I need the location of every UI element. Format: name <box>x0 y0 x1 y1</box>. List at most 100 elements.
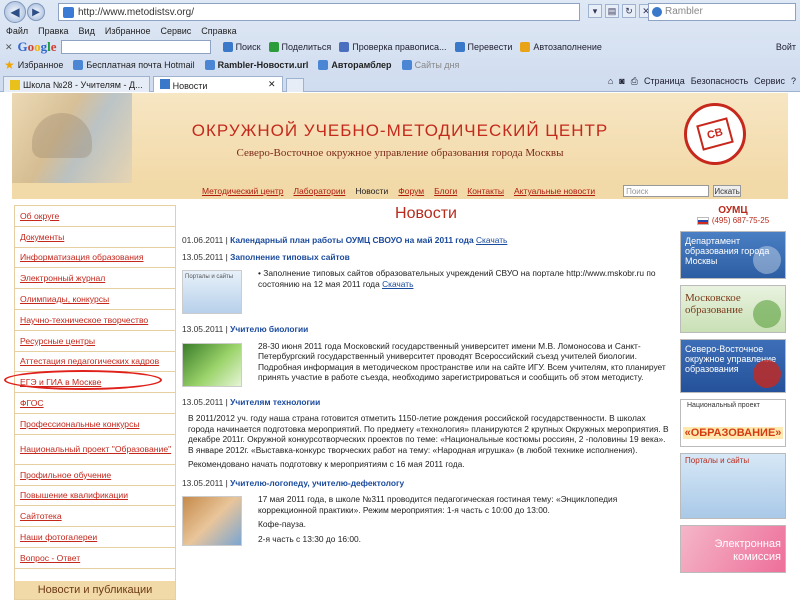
banner-moscow-education[interactable]: Московское образование <box>680 285 786 333</box>
favorite-item[interactable]: Авторамблер <box>318 60 392 70</box>
sidebar-item-faq[interactable]: Вопрос - Ответ <box>15 548 175 569</box>
translate-icon <box>454 42 465 52</box>
ie-page-icon <box>204 60 215 70</box>
nav-contacts[interactable]: Контакты <box>467 186 504 196</box>
sidebar-item-site-library[interactable]: Сайтотека <box>15 506 175 528</box>
tab-news[interactable]: Новости ✕ <box>152 76 283 92</box>
left-sidebar: Об округе Документы Информатизация образ… <box>14 205 176 600</box>
sidebar-item-national-project[interactable]: Национальный проект "Образование" <box>15 435 175 465</box>
oumc-title: ОУМЦ <box>718 205 748 216</box>
compat-icon[interactable]: ▤ <box>605 4 619 18</box>
address-row: ◀ ▶ http://www.metodistsv.org/ ▾ ▤ ↻ ✕ R… <box>0 0 800 24</box>
menu-help[interactable]: Справка <box>201 26 236 36</box>
menu-tools[interactable]: Сервис <box>160 26 191 36</box>
page-menu[interactable]: Страница <box>644 76 685 87</box>
news-thumbnail[interactable] <box>182 496 242 546</box>
news-headline[interactable]: Календарный план работы ОУМЦ СВОУО на ма… <box>230 235 474 245</box>
web-page: ОКРУЖНОЙ УЧЕБНО-МЕТОДИЧЕСКИЙ ЦЕНТР Север… <box>4 93 788 600</box>
home-icon[interactable]: ⌂ <box>608 76 613 87</box>
news-headline[interactable]: Учителю биологии <box>230 324 308 334</box>
google-share-button[interactable]: Поделиться <box>268 42 331 52</box>
news-date: 13.05.2011 <box>182 324 224 334</box>
banner-national-project[interactable]: Национальный проект «ОБРАЗОВАНИЕ» <box>680 399 786 447</box>
sidebar-item-olympiads[interactable]: Олимпиады, конкурсы <box>15 289 175 310</box>
news-thumbnail[interactable]: Порталы и сайты <box>182 270 242 314</box>
site-logo[interactable]: СВ <box>684 103 746 165</box>
close-toolbar-icon[interactable]: ✕ <box>5 42 13 53</box>
sidebar-item-informatization[interactable]: Информатизация образования <box>15 248 175 269</box>
banner-portals-sites[interactable]: Порталы и сайты <box>680 453 786 519</box>
sidebar-item-resource-centers[interactable]: Ресурсные центры <box>15 331 175 352</box>
sidebar-item-scientific-creativity[interactable]: Научно-техническое творчество <box>15 310 175 331</box>
address-url: http://www.metodistsv.org/ <box>78 6 194 18</box>
news-text: 28-30 июня 2011 года Московский государс… <box>258 340 666 383</box>
download-link[interactable]: Скачать <box>476 235 507 245</box>
favorite-item[interactable]: Сайты дня <box>401 60 459 70</box>
news-headline[interactable]: Учителю-логопеду, учителю-дефектологу <box>230 478 404 488</box>
google-translate-button[interactable]: Перевести <box>454 42 512 52</box>
menu-view[interactable]: Вид <box>79 26 95 36</box>
safety-menu[interactable]: Безопасность <box>691 76 748 87</box>
google-search-input[interactable] <box>60 40 211 54</box>
banner-department-education[interactable]: Департамент образования города Москвы <box>680 231 786 279</box>
sidebar-item-qualification[interactable]: Повышение квалификации <box>15 486 175 507</box>
google-signin-button[interactable]: Войт <box>776 42 796 52</box>
news-headline[interactable]: Заполнение типовых сайтов <box>230 252 350 262</box>
download-link[interactable]: Скачать <box>382 279 413 289</box>
sidebar-item-professional-contests[interactable]: Профессиональные конкурсы <box>15 414 175 435</box>
news-item: 13.05.2011 | Заполнение типовых сайтов П… <box>182 252 670 317</box>
menu-file[interactable]: Файл <box>6 26 28 36</box>
menu-favorites[interactable]: Избранное <box>105 26 151 36</box>
star-icon[interactable]: ★ <box>4 58 15 72</box>
news-item: 13.05.2011 | Учителям технологии В 2011/… <box>182 396 669 470</box>
address-bar[interactable]: http://www.metodistsv.org/ <box>58 3 580 21</box>
news-thumbnail[interactable] <box>182 342 242 387</box>
sidebar-item-about-district[interactable]: Об округе <box>15 206 175 227</box>
menu-edit[interactable]: Правка <box>38 26 68 36</box>
refresh-icon[interactable]: ↻ <box>622 4 636 18</box>
browser-chrome: ◀ ▶ http://www.metodistsv.org/ ▾ ▤ ↻ ✕ R… <box>0 0 800 92</box>
nav-current-news[interactable]: Актуальные новости <box>514 186 595 196</box>
google-spellcheck-button[interactable]: Проверка правописа... <box>339 42 447 52</box>
google-search-button[interactable]: Поиск <box>222 42 261 52</box>
tools-menu[interactable]: Сервис <box>754 76 785 87</box>
print-icon[interactable]: ⎙ <box>631 76 638 87</box>
sidebar-item-profile-education[interactable]: Профильное обучение <box>15 465 175 486</box>
banner-north-east-department[interactable]: Северо-Восточное окружное управление обр… <box>680 339 786 393</box>
nav-blogs[interactable]: Блоги <box>434 186 457 196</box>
news-headline[interactable]: Учителям технологии <box>230 397 320 407</box>
address-controls: ▾ ▤ ↻ ✕ <box>588 4 653 18</box>
site-icon <box>159 78 170 89</box>
browser-search-input[interactable]: Rambler <box>648 3 796 21</box>
sidebar-item-electronic-journal[interactable]: Электронный журнал <box>15 268 175 290</box>
sidebar-item-photo-galleries[interactable]: Наши фотогалереи <box>15 527 175 548</box>
nav-methodical-center[interactable]: Методический центр <box>202 186 283 196</box>
favorites-label[interactable]: Избранное <box>18 60 64 70</box>
news-date: 13.05.2011 <box>182 396 224 407</box>
news-text: Рекомендовано начать подготовку к меропр… <box>188 459 465 469</box>
close-tab-icon[interactable]: ✕ <box>268 79 276 90</box>
news-date: 13.05.2011 <box>182 477 224 488</box>
favorite-item[interactable]: Бесплатная почта Hotmail <box>73 60 195 70</box>
thumbnail-label: Порталы и сайты <box>185 274 234 280</box>
nav-forum[interactable]: Форум <box>398 186 424 196</box>
site-icon <box>63 6 74 18</box>
site-search-input[interactable]: Поиск <box>623 185 710 197</box>
sidebar-item-documents[interactable]: Документы <box>15 227 175 248</box>
news-item: 01.06.2011 | Календарный план работы ОУМ… <box>182 235 508 245</box>
banner-electronic-commission[interactable]: Электронная комиссия <box>680 525 786 573</box>
new-tab-button[interactable] <box>285 78 304 92</box>
nav-news[interactable]: Новости <box>355 186 388 196</box>
feeds-icon[interactable]: ◙ <box>619 76 624 87</box>
help-icon[interactable]: ? <box>791 76 796 87</box>
tab-school[interactable]: Школа №28 - Учителям - Д... <box>3 76 150 92</box>
page-title: Новости <box>395 205 457 222</box>
favorite-item[interactable]: Rambler-Новости.url <box>204 60 308 70</box>
dropdown-icon[interactable]: ▾ <box>588 4 602 18</box>
site-search-button[interactable]: Искать <box>713 185 742 197</box>
sidebar-item-fgos[interactable]: ФГОС <box>15 393 175 414</box>
google-autofill-button[interactable]: Автозаполнение <box>520 42 602 52</box>
back-button[interactable]: ◀ <box>4 1 26 23</box>
nav-laboratories[interactable]: Лаборатории <box>293 186 345 196</box>
forward-button[interactable]: ▶ <box>27 3 45 21</box>
